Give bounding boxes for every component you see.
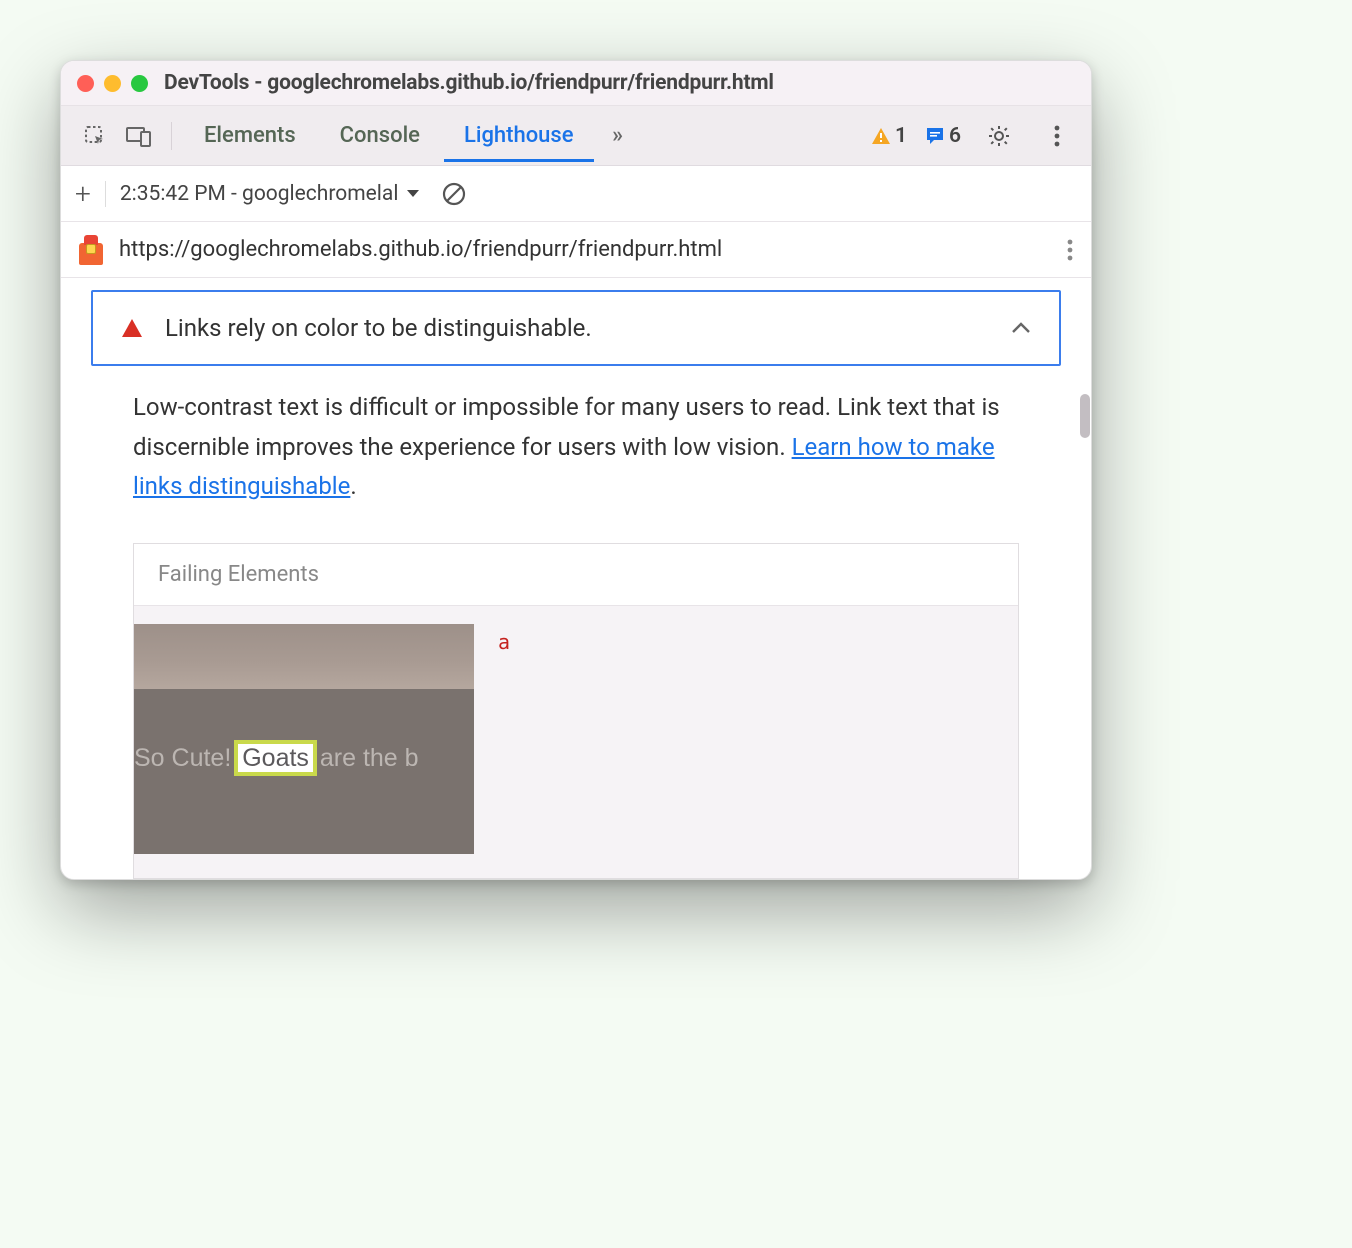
tab-lighthouse[interactable]: Lighthouse: [444, 109, 594, 162]
chevron-down-icon: [406, 189, 420, 199]
warning-icon: [871, 127, 891, 145]
scrollbar-thumb[interactable]: [1080, 394, 1090, 438]
report-urlbar: https://googlechromelabs.github.io/frien…: [61, 222, 1091, 278]
window-titlebar: DevTools - googlechromelabs.github.io/fr…: [61, 61, 1091, 106]
message-icon: [925, 126, 945, 146]
report-selector[interactable]: 2:35:42 PM - googlechromelal: [120, 182, 421, 206]
chevron-up-icon: [1011, 322, 1031, 334]
device-mode-icon[interactable]: [119, 116, 159, 156]
settings-icon[interactable]: [979, 116, 1019, 156]
audit-title: Links rely on color to be distinguishabl…: [165, 314, 592, 342]
lighthouse-subbar: + 2:35:42 PM - googlechromelal: [61, 166, 1091, 222]
failing-elements-section: Failing Elements So Cute! Goats are the …: [133, 543, 1019, 879]
element-tag-label[interactable]: a: [498, 624, 510, 654]
report-menu-icon[interactable]: [1067, 239, 1073, 261]
report-content: Links rely on color to be distinguishabl…: [61, 278, 1091, 879]
devtools-window: DevTools - googlechromelabs.github.io/fr…: [60, 60, 1092, 880]
lighthouse-icon: [79, 235, 103, 265]
tab-console[interactable]: Console: [320, 109, 440, 162]
tab-elements[interactable]: Elements: [184, 109, 316, 162]
audit-description: Low-contrast text is difficult or imposs…: [91, 366, 1061, 515]
devtools-toolbar: Elements Console Lighthouse » 1 6: [61, 106, 1091, 166]
window-controls: [77, 75, 148, 92]
new-report-button[interactable]: +: [75, 177, 91, 210]
highlighted-link: Goats: [238, 744, 313, 772]
inspect-element-icon[interactable]: [75, 116, 115, 156]
more-options-icon[interactable]: [1037, 116, 1077, 156]
failing-elements-header: Failing Elements: [134, 544, 1018, 606]
messages-badge[interactable]: 6: [925, 124, 961, 148]
clear-report-icon[interactable]: [434, 174, 474, 214]
minimize-window-button[interactable]: [104, 75, 121, 92]
element-screenshot[interactable]: So Cute! Goats are the b: [134, 624, 474, 854]
maximize-window-button[interactable]: [131, 75, 148, 92]
more-tabs-icon[interactable]: »: [598, 116, 638, 156]
close-window-button[interactable]: [77, 75, 94, 92]
warnings-badge[interactable]: 1: [871, 124, 907, 148]
window-title: DevTools - googlechromelabs.github.io/fr…: [164, 71, 774, 95]
audit-item[interactable]: Links rely on color to be distinguishabl…: [91, 290, 1061, 366]
error-triangle-icon: [121, 318, 143, 338]
report-url: https://googlechromelabs.github.io/frien…: [119, 237, 722, 262]
